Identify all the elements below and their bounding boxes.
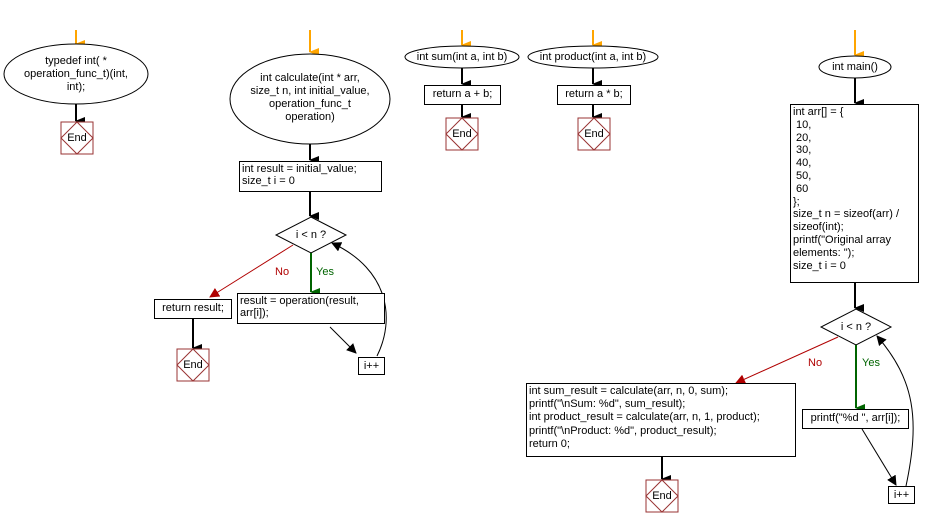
calculate-body-box: result = operation(result, arr[i]); — [237, 293, 385, 324]
product-signature: int product(int a, int b) — [539, 51, 647, 63]
calculate-increment-box: i++ — [358, 357, 385, 375]
calculate-return-box: return result; — [154, 299, 232, 319]
end-terminal: End — [452, 128, 472, 140]
no-label: No — [275, 266, 290, 278]
product-body-box: return a * b; — [557, 85, 631, 105]
sum-body-box: return a + b; — [424, 85, 501, 105]
end-terminal: End — [652, 490, 672, 502]
main-increment-box: i++ — [888, 486, 915, 504]
flow-arrow — [861, 428, 897, 486]
calculate-condition: i < n ? — [295, 229, 327, 241]
end-terminal: End — [183, 359, 203, 371]
calculate-init-box: int result = initial_value; size_t i = 0 — [239, 161, 382, 192]
typedef-declaration: typedef int( * operation_func_t)(int, in… — [24, 55, 128, 93]
main-body-box: printf("%d ", arr[i]); — [802, 409, 909, 429]
no-label: No — [808, 357, 823, 369]
no-arrow — [735, 336, 839, 384]
yes-label: Yes — [316, 266, 334, 278]
calculate-signature: int calculate(int * arr, size_t n, int i… — [250, 72, 370, 123]
main-condition: i < n ? — [840, 321, 872, 333]
end-terminal: End — [67, 132, 87, 144]
yes-label: Yes — [862, 357, 880, 369]
main-init-box: int arr[] = { 10, 20, 30, 40, 50, 60 }; … — [790, 104, 919, 283]
main-signature: int main() — [832, 61, 878, 73]
sum-signature: int sum(int a, int b) — [416, 51, 508, 63]
main-after-loop-box: int sum_result = calculate(arr, n, 0, su… — [526, 383, 796, 457]
flow-arrow — [329, 326, 357, 354]
end-terminal: End — [584, 128, 604, 140]
